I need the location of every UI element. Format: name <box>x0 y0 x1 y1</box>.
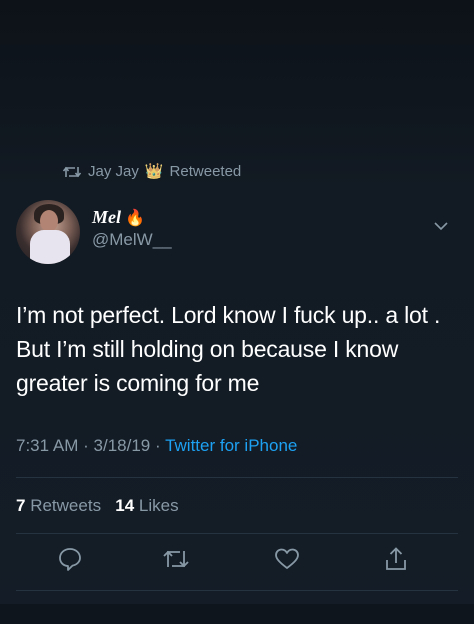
divider <box>16 533 458 534</box>
tweet-meta: 7:31 AM · 3/18/19 · Twitter for iPhone <box>16 436 297 456</box>
divider <box>16 477 458 478</box>
heart-icon <box>274 547 300 576</box>
like-button[interactable] <box>271 545 303 577</box>
share-icon <box>384 546 408 577</box>
likes-count: 14 <box>115 496 135 515</box>
tweet-screen: Jay Jay 👑 Retweeted Mel 🔥 @MelW__ I’m no… <box>0 0 474 624</box>
retweeted-by-row[interactable]: Jay Jay 👑 Retweeted <box>62 163 241 180</box>
reply-button[interactable] <box>54 545 86 577</box>
author-handle[interactable]: @MelW__ <box>92 230 172 250</box>
author-display-name[interactable]: Mel 🔥 <box>92 207 172 228</box>
retweets-stat[interactable]: 7 Retweets <box>16 496 106 515</box>
retweet-button[interactable] <box>160 545 192 577</box>
retweeter-name[interactable]: Jay Jay <box>88 163 139 180</box>
reply-icon <box>57 546 83 577</box>
tweet-source-link[interactable]: Twitter for iPhone <box>165 436 297 455</box>
likes-stat[interactable]: 14 Likes <box>115 496 178 515</box>
crown-emoji: 👑 <box>144 163 164 180</box>
retweeted-label: Retweeted <box>169 163 242 180</box>
meta-separator: · <box>83 436 89 455</box>
retweets-label: Retweets <box>30 496 102 515</box>
tweet-text: I’m not perfect. Lord know I fuck up.. a… <box>16 302 441 396</box>
share-button[interactable] <box>380 545 412 577</box>
tweet-stats: 7 Retweets 14 Likes <box>16 496 179 516</box>
chevron-down-icon[interactable] <box>431 216 451 236</box>
retweet-icon <box>162 548 190 575</box>
author-info[interactable]: Mel 🔥 @MelW__ <box>92 207 172 250</box>
meta-separator: · <box>154 436 161 455</box>
likes-label: Likes <box>138 496 179 515</box>
avatar[interactable] <box>16 200 80 264</box>
action-bar <box>0 545 474 585</box>
tweet-time: 7:31 AM <box>16 436 79 455</box>
tweet-date: 3/18/19 <box>93 436 151 455</box>
bottom-bar <box>0 604 474 624</box>
retweet-icon <box>62 165 82 179</box>
retweets-count: 7 <box>16 496 26 515</box>
author-name-text: Mel <box>92 207 121 227</box>
divider <box>16 590 458 591</box>
fire-emoji: 🔥 <box>125 209 145 227</box>
